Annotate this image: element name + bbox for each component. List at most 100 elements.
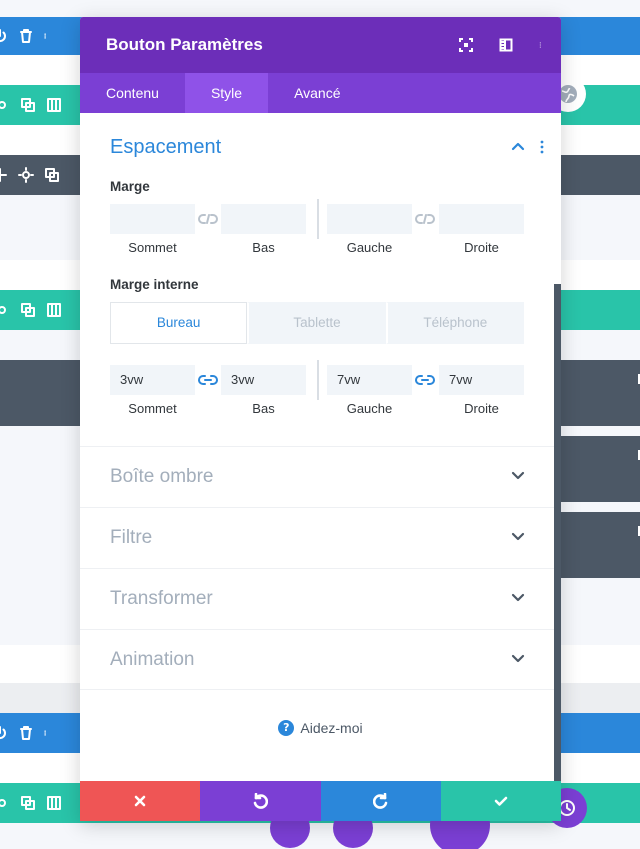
split-view-icon[interactable] (499, 38, 513, 52)
device-tabs: Bureau Tablette Téléphone (110, 302, 524, 344)
fullscreen-icon[interactable] (459, 38, 473, 52)
save-button[interactable] (440, 781, 561, 821)
tab-contenu[interactable]: Contenu (80, 73, 185, 113)
duplicate-icon[interactable] (20, 795, 36, 811)
margin-link-vertical-icon[interactable] (197, 211, 219, 227)
margin-bottom-input[interactable] (221, 204, 306, 234)
trash-icon[interactable] (18, 725, 34, 741)
columns-icon[interactable] (46, 97, 62, 113)
chevron-up-icon[interactable] (511, 140, 525, 154)
section-box-shadow[interactable]: Boîte ombre (80, 446, 561, 507)
padding-left-input[interactable]: 7vw (327, 365, 412, 395)
margin-divider (317, 199, 319, 239)
duplicate-icon[interactable] (44, 167, 60, 183)
question-circle-icon: ? (278, 720, 295, 736)
gear-icon[interactable] (18, 167, 34, 183)
gear-icon[interactable] (0, 302, 10, 318)
more-options-icon[interactable] (539, 38, 545, 52)
padding-bottom-label: Bas (252, 401, 275, 416)
cancel-button[interactable] (80, 781, 201, 821)
padding-label: Marge interne (110, 277, 199, 292)
gear-icon[interactable] (0, 795, 10, 811)
tab-avance[interactable]: Avancé (268, 73, 366, 113)
section-filter-title: Filtre (110, 527, 153, 548)
chevron-down-icon (511, 593, 525, 602)
section-toolbar-icons-bottom (0, 713, 50, 753)
padding-divider (317, 360, 319, 400)
trash-icon[interactable] (18, 28, 34, 44)
margin-right-label: Droite (464, 240, 499, 255)
modal-scrollbar[interactable] (554, 284, 561, 781)
modal-title: Bouton Paramètres (106, 35, 263, 54)
help-label: Aidez-moi (300, 720, 363, 736)
section-transform[interactable]: Transformer (80, 568, 561, 629)
padding-link-vertical-icon[interactable] (197, 372, 219, 388)
chevron-down-icon (511, 471, 525, 480)
move-icon[interactable] (0, 167, 8, 183)
tab-style[interactable]: Style (184, 73, 269, 113)
padding-link-horizontal-icon[interactable] (414, 372, 436, 388)
module-dark-right-2 (560, 436, 640, 502)
module-dark-right-1 (560, 360, 640, 426)
undo-icon (254, 793, 269, 809)
row-toolbar-icons (0, 85, 62, 125)
padding-top-input[interactable]: 3vw (110, 365, 195, 395)
power-icon[interactable] (0, 28, 8, 44)
margin-top-label: Sommet (128, 240, 177, 255)
padding-right-label: Droite (464, 401, 499, 416)
duplicate-icon[interactable] (20, 97, 36, 113)
settings-modal: Bouton Paramètres Contenu Style Avancé E… (80, 17, 561, 821)
module-dark-right-3 (560, 512, 640, 578)
padding-left-label: Gauche (346, 401, 393, 416)
section-toolbar-icons (0, 17, 50, 55)
globe-icon (559, 85, 577, 103)
row-toolbar-icons-2 (0, 290, 62, 330)
section-animation[interactable]: Animation (80, 629, 561, 690)
power-icon[interactable] (0, 725, 8, 741)
modal-footer (80, 781, 561, 821)
duplicate-icon[interactable] (20, 302, 36, 318)
spacing-section-controls (511, 140, 545, 154)
margin-left-input[interactable] (327, 204, 412, 234)
redo-icon (372, 793, 387, 809)
undo-button[interactable] (200, 781, 321, 821)
gear-icon[interactable] (0, 97, 10, 113)
modal-header-icons (459, 17, 545, 73)
columns-icon[interactable] (46, 795, 62, 811)
section-transform-title: Transformer (110, 588, 213, 609)
padding-bottom-input[interactable]: 3vw (221, 365, 306, 395)
padding-fields: 3vw 3vw 7vw 7vw Sommet Bas Gauche Droite (80, 360, 561, 425)
spacing-section-header[interactable]: Espacement (80, 133, 561, 161)
device-tab-desktop[interactable]: Bureau (110, 302, 248, 344)
module-dark-left (0, 360, 80, 426)
margin-bottom-label: Bas (252, 240, 275, 255)
margin-label: Marge (110, 179, 150, 194)
padding-top-label: Sommet (128, 401, 177, 416)
more-icon[interactable] (44, 28, 50, 44)
module-toolbar-icons (0, 155, 60, 195)
columns-icon[interactable] (46, 302, 62, 318)
section-box-shadow-title: Boîte ombre (110, 466, 214, 487)
modal-header: Bouton Paramètres (80, 17, 561, 73)
margin-top-input[interactable] (110, 204, 195, 234)
chevron-down-icon (511, 532, 525, 541)
section-animation-title: Animation (110, 648, 195, 670)
padding-right-input[interactable]: 7vw (439, 365, 524, 395)
help-link[interactable]: ? Aidez-moi (80, 720, 561, 736)
device-tab-tablet[interactable]: Tablette (247, 302, 385, 344)
section-filter[interactable]: Filtre (80, 507, 561, 568)
check-icon (494, 796, 508, 806)
margin-fields: Sommet Bas Gauche Droite (80, 199, 561, 264)
modal-tabs: Contenu Style Avancé (80, 73, 561, 113)
margin-left-label: Gauche (346, 240, 393, 255)
spacing-section-title: Espacement (110, 135, 222, 158)
margin-right-input[interactable] (439, 204, 524, 234)
row-toolbar-icons-bottom (0, 783, 62, 823)
chevron-down-icon (511, 654, 525, 662)
section-more-icon[interactable] (539, 140, 545, 154)
close-icon (134, 795, 146, 807)
margin-link-horizontal-icon[interactable] (414, 211, 436, 227)
redo-button[interactable] (320, 781, 441, 821)
device-tab-phone[interactable]: Téléphone (385, 302, 524, 344)
more-icon[interactable] (44, 725, 50, 741)
